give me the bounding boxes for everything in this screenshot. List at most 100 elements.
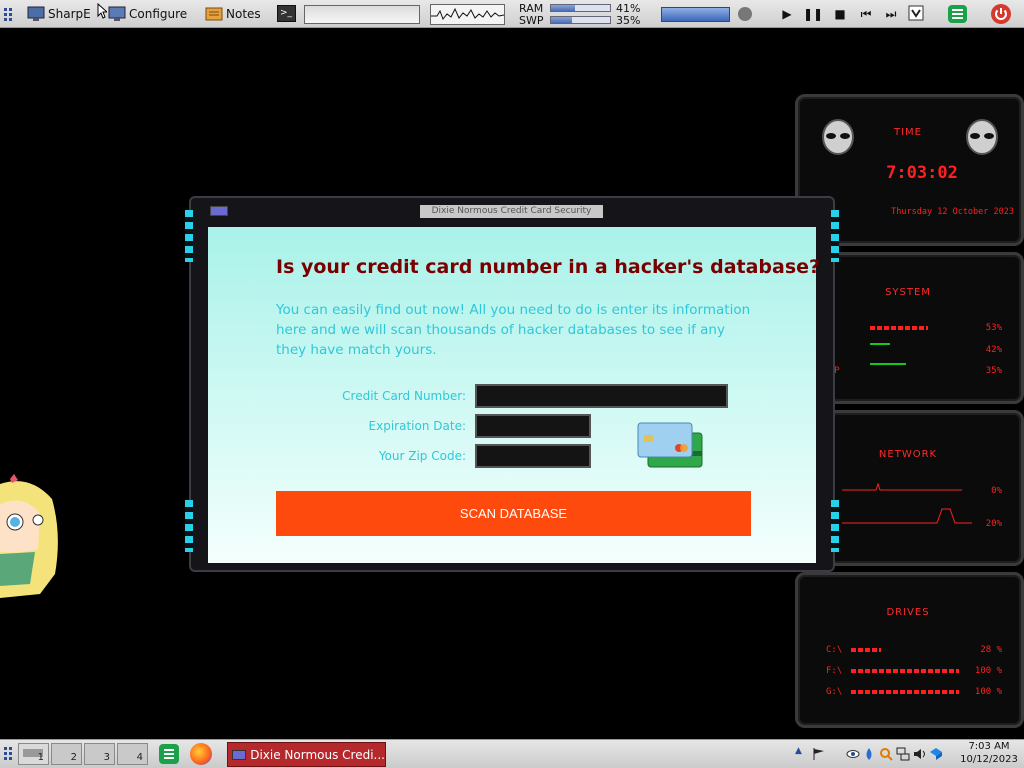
swp-label: SWP <box>519 14 544 27</box>
flag-icon[interactable] <box>812 746 826 760</box>
ram-widget-bar <box>870 343 890 345</box>
widget-date: Thursday 12 October 2023 <box>891 207 1014 217</box>
card-number-label: Credit Card Number: <box>342 389 466 403</box>
taskbar-window-button[interactable]: Dixie Normous Credi... <box>227 742 386 767</box>
clock-date[interactable]: 10/12/2023 <box>958 754 1020 765</box>
alien-head-left-icon <box>822 119 854 155</box>
next-icon[interactable]: ⏭ <box>881 6 901 22</box>
system-widget-title: SYSTEM <box>885 287 931 298</box>
taskbar-window-label: Dixie Normous Credi... <box>250 747 385 762</box>
desktop-character-image <box>0 474 62 598</box>
pause-icon[interactable]: ❚❚ <box>803 6 823 22</box>
notes-label: Notes <box>226 7 261 21</box>
tasks-app-icon[interactable] <box>948 5 967 23</box>
monitor-settings-icon <box>108 6 126 21</box>
top-panel: SharpE Configure Notes >_ RAM SWP 41% 35… <box>0 0 1024 28</box>
net-out-graph <box>842 508 972 524</box>
frame-light-right-top <box>831 210 839 262</box>
cpu-value: 53% <box>985 323 1002 333</box>
workspace-2-label: 2 <box>70 752 77 763</box>
drives-widget: DRIVES C:\ 28 % F:\ 100 % G:\ 100 % <box>795 572 1024 728</box>
zip-input[interactable] <box>475 444 591 468</box>
workspace-4-label: 4 <box>136 752 143 763</box>
search-icon[interactable] <box>879 746 893 761</box>
terminal-icon[interactable]: >_ <box>277 5 296 22</box>
cpu-graph <box>430 4 505 25</box>
play-icon[interactable]: ▶ <box>779 6 795 22</box>
swp-percent: 35% <box>616 14 641 27</box>
drive-f-label: F:\ <box>826 666 843 676</box>
workspace-4[interactable]: 4 <box>117 743 148 765</box>
ram-bar-fill <box>551 5 576 11</box>
configure-label: Configure <box>129 7 188 21</box>
menu-grid-icon[interactable] <box>3 746 15 766</box>
zip-label: Your Zip Code: <box>378 449 466 463</box>
notes-launcher[interactable]: Notes <box>205 4 261 24</box>
firefox-icon[interactable] <box>190 743 212 765</box>
mouse-cursor-icon <box>97 2 109 23</box>
window-app-icon <box>232 749 247 760</box>
drive-g-bar <box>851 690 959 694</box>
monitor-icon <box>27 6 45 21</box>
scan-database-button[interactable]: SCAN DATABASE <box>276 491 751 536</box>
notes-icon <box>205 7 223 21</box>
swap-widget-value: 35% <box>985 366 1002 376</box>
card-number-input[interactable] <box>475 384 728 408</box>
widget-clock: 7:03:02 <box>886 163 958 183</box>
menu-grid-icon[interactable] <box>3 4 15 24</box>
drive-g-label: G:\ <box>826 687 843 697</box>
expiration-input[interactable] <box>475 414 591 438</box>
ram-widget-value: 42% <box>985 345 1002 355</box>
media-app-icon[interactable] <box>738 7 752 21</box>
swp-bar <box>550 16 611 24</box>
ram-bar <box>550 4 611 12</box>
mascot-icon[interactable] <box>907 4 925 24</box>
drive-c-label: C:\ <box>826 645 843 655</box>
clock-time[interactable]: 7:03 AM <box>958 741 1020 752</box>
drive-c-value: 28 % <box>980 645 1002 655</box>
configure-launcher[interactable]: Configure <box>108 4 187 24</box>
alien-head-right-icon <box>966 119 998 155</box>
expiration-label: Expiration Date: <box>368 419 466 433</box>
tasks-launcher-icon[interactable] <box>159 744 179 764</box>
drive-g-value: 100 % <box>974 687 1002 697</box>
window-app-icon[interactable] <box>210 206 228 216</box>
network-icon[interactable] <box>896 746 910 761</box>
cpu-bar <box>870 326 928 330</box>
net-out-value: 20% <box>985 519 1002 529</box>
previous-icon[interactable]: ⏮ <box>856 6 876 22</box>
drive-f-bar <box>851 669 959 673</box>
workspace-3-label: 3 <box>103 752 110 763</box>
network-widget-title: NETWORK <box>878 449 938 460</box>
swp-bar-fill <box>551 17 572 23</box>
stop-icon[interactable]: ■ <box>832 6 848 22</box>
frame-light-left-bottom <box>185 500 193 552</box>
time-widget-title: TIME <box>893 127 922 138</box>
net-in-graph <box>842 482 962 491</box>
volume-icon[interactable] <box>913 746 927 760</box>
empty-meter <box>304 5 420 24</box>
sharpe-launcher[interactable]: SharpE <box>27 4 91 24</box>
power-icon[interactable] <box>991 4 1011 24</box>
frame-light-right-bottom <box>831 500 839 552</box>
volume-bar[interactable] <box>661 7 730 22</box>
swap-widget-bar <box>870 363 906 365</box>
page-description: You can easily find out now! All you nee… <box>276 302 751 358</box>
bottom-panel: 1 2 3 4 Dixie Normous Credi... ▲ 7:03 AM… <box>0 739 1024 768</box>
dialog-title: Dixie Normous Credit Card Security <box>420 205 603 218</box>
droplet-icon[interactable] <box>862 746 876 760</box>
credit-cards-icon <box>637 422 703 468</box>
tray-expand-icon[interactable]: ▲ <box>795 746 809 760</box>
workspace-1[interactable]: 1 <box>18 743 49 765</box>
drive-c-bar <box>851 648 881 652</box>
drive-f-value: 100 % <box>974 666 1002 676</box>
eye-icon[interactable] <box>846 746 860 760</box>
page-heading: Is your credit card number in a hacker's… <box>276 256 821 278</box>
dropbox-icon[interactable] <box>929 746 943 760</box>
net-in-value: 0% <box>991 486 1002 496</box>
sharpe-label: SharpE <box>48 7 91 21</box>
drives-widget-title: DRIVES <box>886 607 930 618</box>
workspace-1-label: 1 <box>37 752 44 763</box>
workspace-2[interactable]: 2 <box>51 743 82 765</box>
workspace-3[interactable]: 3 <box>84 743 115 765</box>
